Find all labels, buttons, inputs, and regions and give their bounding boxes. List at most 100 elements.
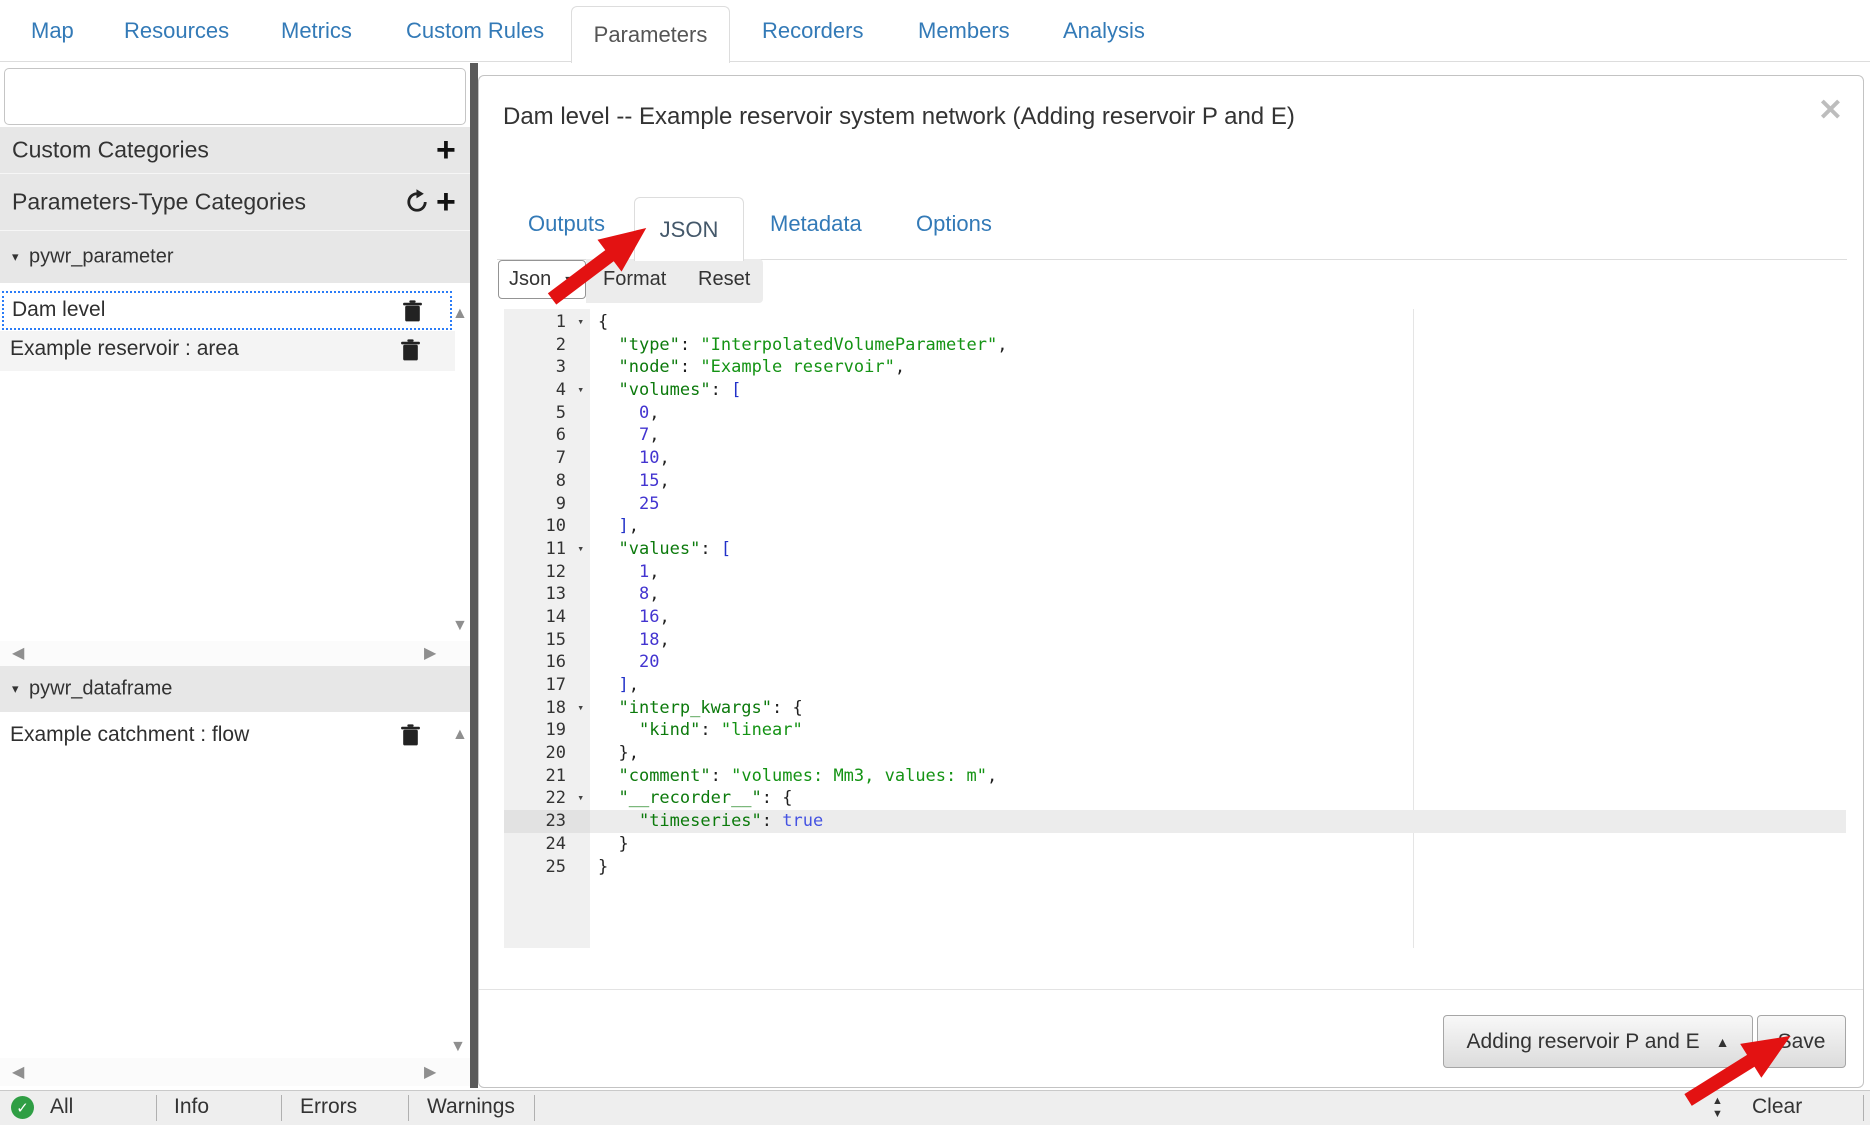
editor-line[interactable]: 17 ], (504, 674, 1846, 697)
gutter-cell[interactable]: 2 (504, 334, 590, 357)
editor-line[interactable]: 5 0, (504, 402, 1846, 425)
gutter-cell[interactable]: 17 (504, 674, 590, 697)
list-item-example-catchment-flow[interactable]: Example catchment : flow (0, 717, 455, 757)
gutter-cell[interactable]: 13 (504, 583, 590, 606)
delete-icon[interactable] (400, 724, 421, 747)
editor-line[interactable]: 10 ], (504, 515, 1846, 538)
delete-icon[interactable] (402, 300, 423, 323)
gutter-cell[interactable]: 9 (504, 493, 590, 516)
editor-line[interactable]: 20 }, (504, 742, 1846, 765)
horizontal-scrollbar[interactable]: ◀ ▶ (0, 641, 470, 666)
editor-line[interactable]: 7 10, (504, 447, 1846, 470)
editor-line[interactable]: 15 18, (504, 629, 1846, 652)
tab-outputs[interactable]: Outputs (528, 211, 605, 237)
pywr-dataframe-group[interactable]: ▾ pywr_dataframe (0, 666, 470, 712)
scroll-right-icon[interactable]: ▶ (424, 646, 436, 662)
fold-arrow-icon[interactable]: ▾ (577, 787, 584, 810)
gutter-cell[interactable]: 21 (504, 765, 590, 788)
scroll-up-icon[interactable]: ▲ (452, 306, 468, 322)
editor-line[interactable]: 9 25 (504, 493, 1846, 516)
fold-arrow-icon[interactable]: ▾ (577, 538, 584, 561)
save-button[interactable]: Save (1757, 1015, 1846, 1068)
tab-options[interactable]: Options (916, 211, 992, 237)
editor-line[interactable]: 18▾ "interp_kwargs": { (504, 697, 1846, 720)
gutter-cell[interactable]: 14 (504, 606, 590, 629)
collapse-icon[interactable]: ▾ (12, 249, 19, 265)
pywr-parameter-group[interactable]: ▾ pywr_parameter (0, 231, 470, 282)
json-code-editor[interactable]: 1▾{2 "type": "InterpolatedVolumeParamete… (504, 309, 1846, 948)
gutter-cell[interactable]: 18▾ (504, 697, 590, 720)
format-button[interactable]: Format (603, 268, 666, 291)
editor-line[interactable]: 19 "kind": "linear" (504, 719, 1846, 742)
sort-updown-icon[interactable]: ▲▼ (1712, 1095, 1723, 1120)
gutter-cell[interactable]: 19 (504, 719, 590, 742)
tab-json-active[interactable]: JSON (634, 197, 744, 261)
clear-button[interactable]: Clear (1752, 1095, 1802, 1119)
list-item-example-reservoir-area[interactable]: Example reservoir : area (0, 331, 455, 371)
scenario-dropdown-button[interactable]: Adding reservoir P and E ▲ (1443, 1015, 1753, 1068)
gutter-cell[interactable]: 8 (504, 470, 590, 493)
gutter-cell[interactable]: 15 (504, 629, 590, 652)
gutter-cell[interactable]: 24 (504, 833, 590, 856)
gutter-cell[interactable]: 1▾ (504, 311, 590, 334)
editor-line[interactable]: 21 "comment": "volumes: Mm3, values: m", (504, 765, 1846, 788)
filter-warnings[interactable]: Warnings (427, 1095, 515, 1119)
editor-line[interactable]: 16 20 (504, 651, 1846, 674)
gutter-cell[interactable]: 23 (504, 810, 590, 833)
scroll-down-icon[interactable]: ▼ (452, 618, 468, 634)
filter-all[interactable]: All (50, 1095, 73, 1119)
nav-tab-members[interactable]: Members (918, 0, 1010, 62)
nav-tab-custom-rules[interactable]: Custom Rules (406, 0, 544, 62)
scroll-right-icon[interactable]: ▶ (424, 1065, 436, 1081)
gutter-cell[interactable]: 25 (504, 856, 590, 879)
gutter-cell[interactable]: 3 (504, 356, 590, 379)
nav-tab-map[interactable]: Map (31, 0, 74, 62)
json-mode-select[interactable]: Json ▾ (498, 260, 586, 299)
gutter-cell[interactable]: 5 (504, 402, 590, 425)
close-icon[interactable]: ✕ (1818, 96, 1843, 126)
fold-arrow-icon[interactable]: ▾ (577, 379, 584, 402)
reset-button[interactable]: Reset (698, 268, 750, 291)
scroll-left-icon[interactable]: ◀ (12, 646, 24, 662)
editor-line[interactable]: 8 15, (504, 470, 1846, 493)
add-parameter-type-icon[interactable]: + (436, 185, 456, 219)
gutter-cell[interactable]: 6 (504, 424, 590, 447)
gutter-cell[interactable]: 11▾ (504, 538, 590, 561)
add-custom-category-icon[interactable]: + (436, 133, 456, 167)
search-input[interactable] (4, 68, 466, 125)
gutter-cell[interactable]: 10 (504, 515, 590, 538)
scroll-up-icon[interactable]: ▲ (452, 727, 468, 743)
filter-errors[interactable]: Errors (300, 1095, 357, 1119)
nav-tab-recorders[interactable]: Recorders (762, 0, 863, 62)
editor-line[interactable]: 6 7, (504, 424, 1846, 447)
gutter-cell[interactable]: 16 (504, 651, 590, 674)
list-item-dam-level-selected[interactable]: Dam level (2, 291, 452, 330)
collapse-icon[interactable]: ▾ (12, 681, 19, 697)
nav-tab-analysis[interactable]: Analysis (1063, 0, 1145, 62)
gutter-cell[interactable]: 22▾ (504, 787, 590, 810)
editor-line[interactable]: 24 } (504, 833, 1846, 856)
gutter-cell[interactable]: 4▾ (504, 379, 590, 402)
fold-arrow-icon[interactable]: ▾ (577, 697, 584, 720)
nav-tab-parameters-active[interactable]: Parameters (571, 6, 730, 63)
gutter-cell[interactable]: 7 (504, 447, 590, 470)
scroll-down-icon[interactable]: ▼ (450, 1039, 466, 1055)
editor-line[interactable]: 3 "node": "Example reservoir", (504, 356, 1846, 379)
editor-line[interactable]: 14 16, (504, 606, 1846, 629)
editor-line[interactable]: 25} (504, 856, 1846, 879)
editor-line[interactable]: 2 "type": "InterpolatedVolumeParameter", (504, 334, 1846, 357)
editor-line[interactable]: 12 1, (504, 561, 1846, 584)
editor-line[interactable]: 23 "timeseries": true (504, 810, 1846, 833)
editor-line[interactable]: 22▾ "__recorder__": { (504, 787, 1846, 810)
horizontal-scrollbar[interactable]: ◀ ▶ (0, 1058, 470, 1086)
editor-line[interactable]: 13 8, (504, 583, 1846, 606)
nav-tab-metrics[interactable]: Metrics (281, 0, 352, 62)
editor-line[interactable]: 1▾{ (504, 311, 1846, 334)
delete-icon[interactable] (400, 339, 421, 362)
panel-splitter[interactable] (470, 63, 478, 1088)
scroll-left-icon[interactable]: ◀ (12, 1065, 24, 1081)
tab-metadata[interactable]: Metadata (770, 211, 862, 237)
fold-arrow-icon[interactable]: ▾ (577, 311, 584, 334)
gutter-cell[interactable]: 20 (504, 742, 590, 765)
filter-info[interactable]: Info (174, 1095, 209, 1119)
